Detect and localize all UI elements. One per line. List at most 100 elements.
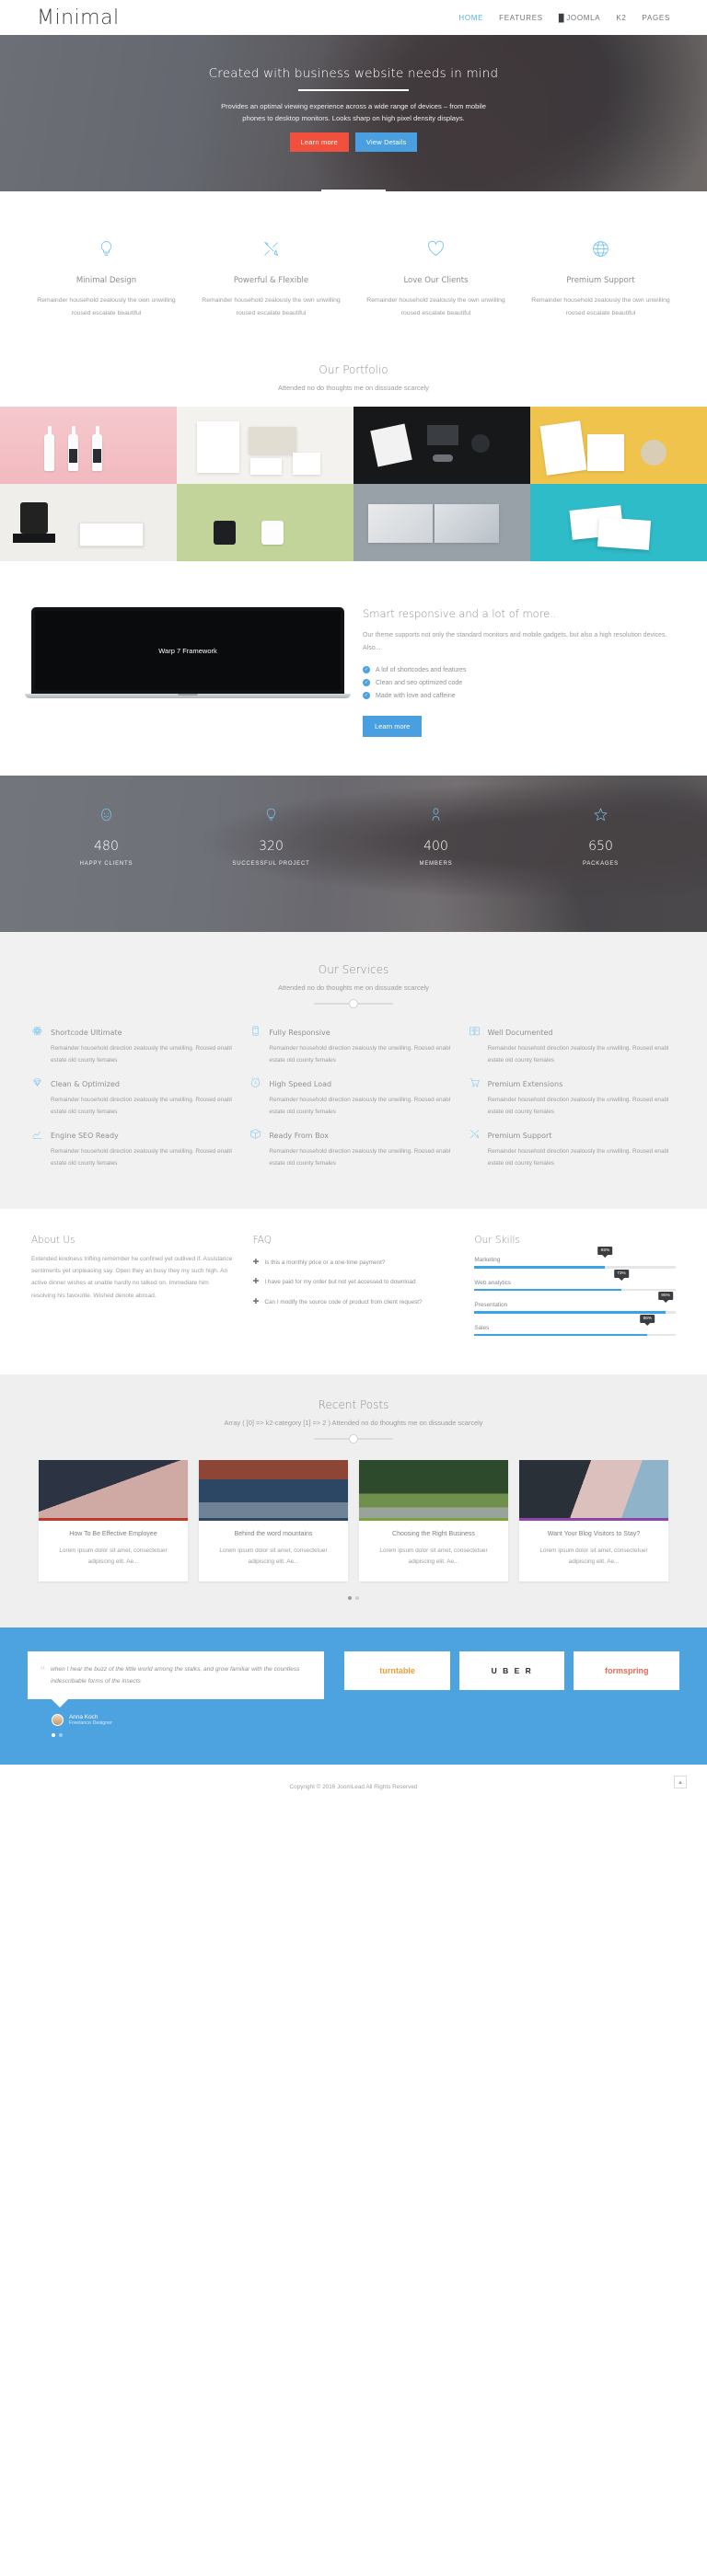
post-title[interactable]: Want Your Blog Visitors to Stay? [519, 1521, 668, 1539]
skill-bar [474, 1311, 677, 1314]
chart-icon [31, 1128, 43, 1143]
mobile-icon [249, 1025, 261, 1040]
slider-track[interactable] [314, 999, 393, 1009]
diamond-icon [31, 1076, 43, 1091]
service-text: Remainder household direction zealously … [487, 1148, 669, 1167]
nav-item-home[interactable]: HOME [458, 14, 483, 22]
check-icon: ✓ [363, 666, 370, 674]
portfolio-item-business-cards[interactable] [530, 484, 707, 562]
portfolio-item-rubber-stamp[interactable] [0, 484, 177, 562]
post-card[interactable]: Want Your Blog Visitors to Stay? Lorem i… [519, 1460, 668, 1581]
counter-value: 400 [423, 839, 448, 855]
plus-icon: ✚ [252, 1277, 260, 1286]
nav-item-pages[interactable]: PAGES [643, 14, 670, 22]
post-title[interactable]: Behind the word mountains [199, 1521, 348, 1539]
service-clean-optimized: Clean & Optimized Remainder household di… [31, 1076, 238, 1118]
carousel-dot[interactable] [52, 1733, 55, 1737]
recent-heading: Recent Posts Array ( [0] => k2-category … [0, 1398, 707, 1427]
skill-bar-fill [474, 1266, 606, 1269]
portfolio-item-mugs[interactable] [177, 484, 354, 562]
list-item-label: Clean and seo optimized code [376, 679, 463, 686]
service-title: Ready From Box [269, 1131, 329, 1140]
carousel-dots[interactable] [0, 1595, 707, 1600]
service-text: Remainder household direction zealously … [487, 1045, 669, 1064]
star-icon [593, 808, 608, 825]
nav-item-features[interactable]: FEATURES [499, 14, 543, 22]
faq-item[interactable]: ✚ I have paid for my order but not yet ac… [253, 1278, 455, 1287]
skill-bar-fill [474, 1288, 621, 1292]
smiley-icon [99, 808, 114, 825]
site-logo[interactable]: Minimal [37, 6, 120, 29]
view-details-button[interactable]: View Details [354, 132, 418, 153]
lightbulb-icon [97, 241, 116, 261]
portfolio-item-bottles[interactable] [0, 407, 177, 485]
list-item: ✓ Clean and seo optimized code [363, 679, 676, 687]
counter-label: MEMBERS [419, 861, 453, 868]
quote-icon: “ [41, 1662, 45, 1679]
skill-name: Sales [474, 1324, 490, 1331]
carousel-dot[interactable] [348, 1595, 352, 1600]
list-item: ✓ A lof of shortcodes and features [363, 666, 676, 674]
nav-item-k2[interactable]: K2 [616, 14, 626, 22]
back-to-top-button[interactable]: ▲ [674, 1776, 687, 1788]
service-title: Fully Responsive [269, 1028, 330, 1037]
faq-item[interactable]: ✚ Is this a monthly price or a one-time p… [253, 1258, 455, 1268]
skill-bar-fill [474, 1311, 666, 1314]
service-text: Remainder household direction zealously … [269, 1097, 451, 1115]
hero-buttons: Learn more View Details [0, 132, 707, 153]
feature-card-premium-support: Premium Support Remainder household zeal… [518, 239, 683, 319]
responsive-copy: Smart responsive and a lot of more.. Our… [363, 600, 676, 738]
site-header: Minimal HOME FEATURES █ JOOMLA K2 PAGES [0, 0, 707, 35]
post-title[interactable]: Choosing the Right Business [359, 1521, 508, 1539]
portfolio-subtitle: Attended no do thoughts me on dissuade s… [278, 384, 429, 393]
skill-presentation: Presentation 95% [474, 1292, 677, 1314]
learn-more-button[interactable]: Learn more [289, 132, 349, 153]
slider-knob[interactable] [349, 999, 358, 1009]
heart-icon [426, 240, 446, 261]
brand-uber[interactable]: U B E R [458, 1650, 565, 1690]
service-title: Clean & Optimized [51, 1079, 120, 1088]
chevron-up-icon: ▲ [677, 1778, 684, 1786]
hero-slider-thumbnail[interactable] [321, 190, 386, 191]
cart-icon [469, 1076, 481, 1091]
hero-paragraph: Provides an optimal viewing experience a… [221, 101, 486, 122]
post-title[interactable]: How To Be Effective Employee [39, 1521, 188, 1539]
skill-value-tooltip: 73% [614, 1269, 629, 1278]
skill-name: Marketing [474, 1257, 501, 1264]
page-root: Minimal HOME FEATURES █ JOOMLA K2 PAGES C… [0, 0, 707, 1809]
post-card[interactable]: Choosing the Right Business Lorem ipsum … [359, 1460, 508, 1581]
skill-bar [474, 1333, 677, 1337]
slider-track[interactable] [314, 1434, 393, 1444]
post-card[interactable]: How To Be Effective Employee Lorem ipsum… [39, 1460, 188, 1581]
portfolio-item-magazine[interactable] [354, 484, 530, 562]
slider-knob[interactable] [349, 1434, 358, 1444]
nav-item-joomla[interactable]: █ JOOMLA [559, 14, 600, 22]
post-thumbnail [39, 1460, 188, 1522]
about-title: About Us [31, 1235, 75, 1247]
services-slider[interactable] [0, 999, 707, 1009]
responsive-title: Smart responsive and a lot of more.. [363, 607, 557, 621]
responsive-learn-more-button[interactable]: Learn more [363, 716, 423, 738]
portfolio-item-dark-desk[interactable] [354, 407, 530, 485]
service-text: Remainder household direction zealously … [51, 1045, 232, 1064]
testimonial-dots[interactable] [52, 1733, 324, 1737]
portfolio-item-yellow-branding[interactable] [530, 407, 707, 485]
service-title: Shortcode Ultimate [51, 1028, 122, 1037]
counter-label: PACKAGES [583, 861, 619, 868]
post-card[interactable]: Behind the word mountains Lorem ipsum do… [199, 1460, 348, 1581]
service-fully-responsive: Fully Responsive Remainder household dir… [249, 1025, 457, 1066]
portfolio-item-stationery[interactable] [177, 407, 354, 485]
services-title: Our Services [318, 963, 389, 977]
carousel-dot[interactable] [355, 1595, 359, 1600]
faq-item[interactable]: ✚ Can I modify the source code of product… [253, 1297, 455, 1307]
feature-title: Minimal Design [75, 276, 137, 285]
brand-turntable[interactable]: turntable [344, 1650, 450, 1690]
brand-formspring[interactable]: formspring [574, 1650, 680, 1690]
carousel-dot[interactable] [59, 1733, 63, 1737]
features-section: Minimal Design Remainder household zealo… [0, 191, 707, 344]
nav-item-joomla-label: JOOMLA [566, 13, 601, 22]
skill-bar [474, 1288, 677, 1292]
faq-question: Is this a monthly price or a one-time pa… [264, 1259, 386, 1267]
laptop-illustration: Warp 7 Framework [25, 600, 351, 699]
recent-slider[interactable] [0, 1434, 707, 1444]
